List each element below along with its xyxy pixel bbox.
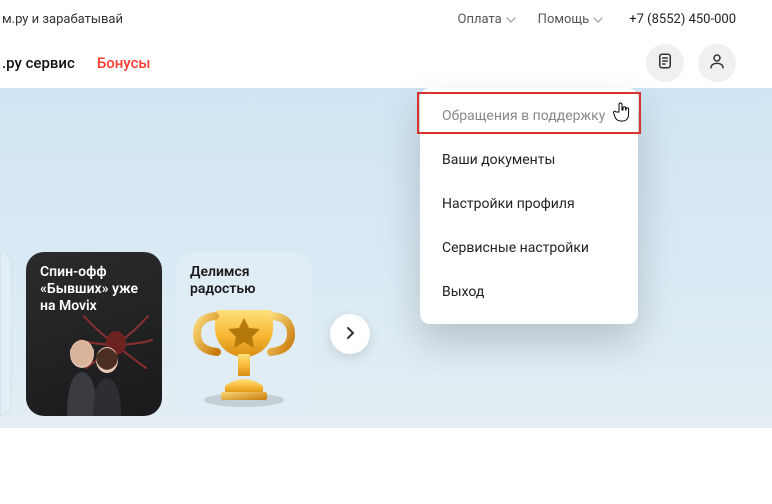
documents-button[interactable] xyxy=(646,44,684,82)
menu-item-documents[interactable]: Ваши документы xyxy=(420,138,638,182)
nav-bonus-link[interactable]: Бонусы xyxy=(97,54,151,72)
help-label: Помощь xyxy=(538,12,590,27)
profile-button[interactable] xyxy=(698,44,736,82)
promo-card-partial[interactable] xyxy=(0,252,12,416)
profile-dropdown-menu: Обращения в поддержку Ваши документы Нас… xyxy=(420,88,638,324)
profile-icon xyxy=(708,52,726,74)
card-title: Спин-офф «Бывших» уже на Movix xyxy=(40,264,148,314)
phone-number[interactable]: +7 (8552) 450-000 xyxy=(629,12,736,27)
top-utility-bar: м.ру и зарабатывай Оплата Помощь +7 (855… xyxy=(0,0,772,38)
trophy-icon xyxy=(189,288,299,408)
promo-link[interactable]: м.ру и зарабатывай xyxy=(0,12,123,27)
promo-cards-row: Спин-офф «Бывших» уже на Movix Делимс xyxy=(0,252,370,416)
menu-item-support[interactable]: Обращения в поддержку xyxy=(420,94,638,138)
card-artwork xyxy=(26,316,162,416)
chevron-down-icon xyxy=(593,12,603,27)
chevron-down-icon xyxy=(506,12,516,27)
menu-item-logout[interactable]: Выход xyxy=(420,270,638,314)
menu-item-service-settings[interactable]: Сервисные настройки xyxy=(420,226,638,270)
document-icon xyxy=(656,52,674,74)
topbar-help-dropdown[interactable]: Помощь xyxy=(538,12,604,27)
promo-card-movix[interactable]: Спин-офф «Бывших» уже на Movix xyxy=(26,252,162,416)
main-nav: .ру сервис Бонусы xyxy=(0,38,772,88)
menu-item-profile-settings[interactable]: Настройки профиля xyxy=(420,182,638,226)
chevron-right-icon xyxy=(344,325,356,344)
promo-card-joy[interactable]: Делимся радостью xyxy=(176,252,312,416)
carousel-next-button[interactable] xyxy=(330,314,370,354)
pay-label: Оплата xyxy=(458,12,502,27)
nav-service-link[interactable]: .ру сервис xyxy=(0,54,75,72)
topbar-pay-dropdown[interactable]: Оплата xyxy=(458,12,516,27)
